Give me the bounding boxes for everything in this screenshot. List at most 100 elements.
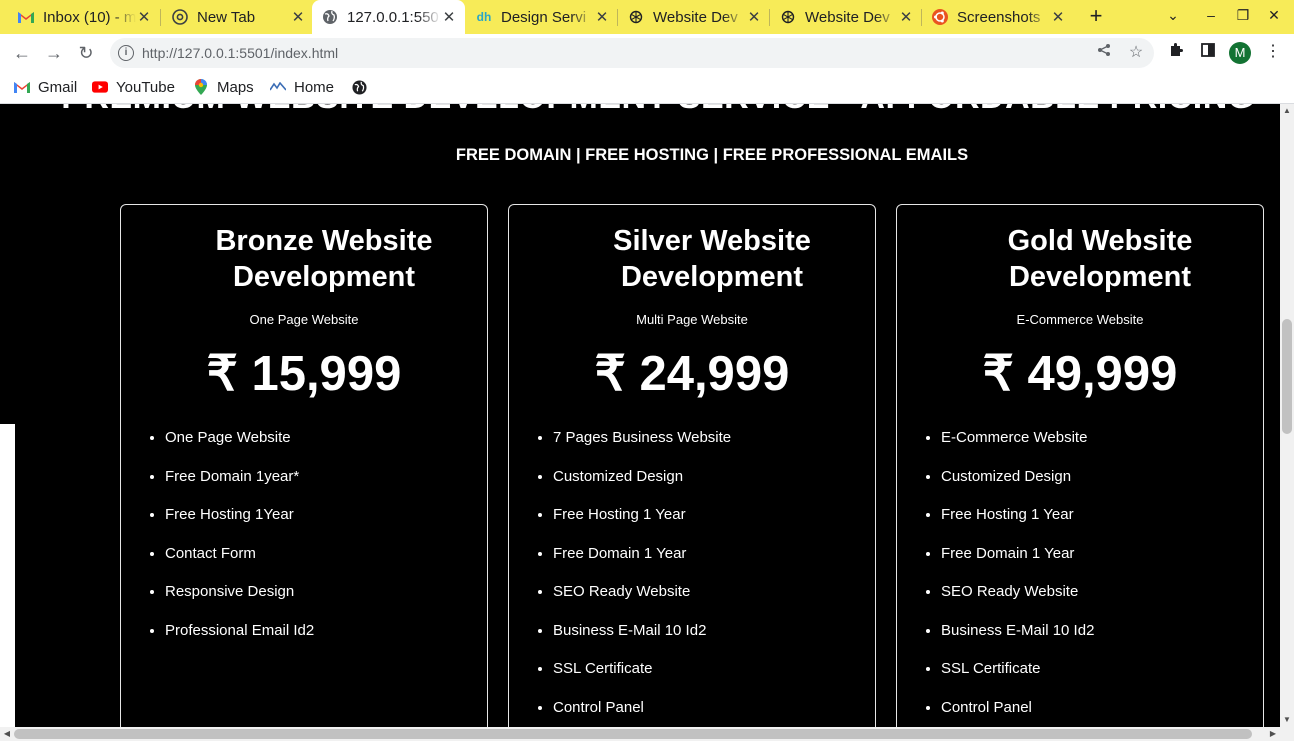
maps-pin-icon: [193, 79, 209, 95]
close-icon[interactable]: ✕: [290, 9, 306, 26]
url-path: :5501/index.html: [235, 45, 339, 61]
page-subheading: FREE DOMAIN | FREE HOSTING | FREE PROFES…: [455, 146, 969, 164]
close-window-icon[interactable]: ✕: [1264, 7, 1284, 24]
pricing-card-bronze: Bronze Website Development One Page Webs…: [120, 204, 488, 727]
bookmark-label: Home: [294, 78, 335, 96]
openai-icon: [780, 9, 796, 25]
bookmark-label: Maps: [217, 78, 254, 96]
feature-item: Business E-Mail 10 Id2: [941, 622, 1094, 661]
bookmark-label: YouTube: [116, 78, 175, 96]
plan-title: Silver Website Development: [509, 223, 875, 295]
feature-item: Responsive Design: [165, 583, 314, 622]
plan-title: Gold Website Development: [897, 223, 1263, 295]
white-panel-edge: [0, 424, 15, 727]
plan-title-text: Bronze Website Development: [215, 225, 433, 293]
tab-localhost[interactable]: 127.0.0.1:5501 ✕: [312, 0, 465, 34]
plan-price: ₹ 15,999: [206, 347, 402, 401]
feature-item: Control Panel: [941, 699, 1094, 728]
side-panel-icon[interactable]: [1198, 42, 1218, 62]
horizontal-scrollbar[interactable]: ◀ ▶: [0, 727, 1294, 741]
address-bar[interactable]: i http://127.0.0.1:5501/index.html ☆: [110, 38, 1154, 68]
close-icon[interactable]: ✕: [1050, 9, 1066, 26]
tab-title: Design Servi: [501, 8, 587, 26]
feature-item: Customized Design: [941, 468, 1094, 507]
tab-design-services[interactable]: dh Design Servi ✕: [466, 0, 618, 34]
minimize-icon[interactable]: –: [1201, 7, 1221, 23]
feature-item: Free Domain 1year*: [165, 468, 314, 507]
feature-list: One Page Website Free Domain 1year* Free…: [165, 429, 314, 660]
url-text[interactable]: http://127.0.0.1:5501/index.html: [142, 45, 338, 61]
feature-item: SEO Ready Website: [941, 583, 1094, 622]
home-site-icon: [270, 79, 286, 95]
tab-screenshots[interactable]: Screenshots ✕: [922, 0, 1074, 34]
plan-subtitle: E-Commerce Website: [1016, 312, 1144, 327]
tab-website-dev-2[interactable]: Website Dev ✕: [770, 0, 922, 34]
plan-title-text: Gold Website Development: [1007, 225, 1193, 293]
feature-item: SSL Certificate: [553, 660, 731, 699]
feature-item: Free Hosting 1Year: [165, 506, 314, 545]
feature-item: Business E-Mail 10 Id2: [553, 622, 731, 661]
new-tab-button[interactable]: +: [1084, 5, 1108, 29]
close-icon[interactable]: ✕: [594, 9, 610, 26]
tab-gmail[interactable]: Inbox (10) - m ✕: [8, 0, 160, 34]
bookmark-label: Gmail: [38, 78, 78, 96]
bookmark-youtube[interactable]: YouTube: [92, 78, 175, 96]
close-icon[interactable]: ✕: [136, 9, 152, 26]
dh-icon: dh: [476, 10, 492, 24]
chrome-icon: [172, 9, 188, 25]
bookmark-globe[interactable]: [351, 78, 375, 96]
feature-item: SSL Certificate: [941, 660, 1094, 699]
ubuntu-icon: [932, 9, 948, 25]
feature-item: Free Domain 1 Year: [553, 545, 731, 584]
youtube-icon: [92, 79, 108, 95]
tab-search-icon[interactable]: ⌄: [1163, 7, 1183, 24]
vertical-scroll-thumb[interactable]: [1282, 319, 1292, 434]
feature-item: Free Hosting 1 Year: [553, 506, 731, 545]
tab-new-tab[interactable]: New Tab ✕: [162, 0, 314, 34]
tab-title: 127.0.0.1:5501: [347, 8, 441, 26]
feature-item: One Page Website: [165, 429, 314, 468]
browser-toolbar: ← → ↻ i http://127.0.0.1:5501/index.html…: [0, 34, 1294, 71]
menu-kebab-icon[interactable]: ⋮: [1263, 42, 1283, 62]
tab-website-dev-1[interactable]: Website Dev ✕: [618, 0, 770, 34]
bookmarks-bar: Gmail YouTube Maps Home: [0, 71, 1294, 104]
gmail-icon: [14, 79, 30, 95]
openai-icon: [628, 9, 644, 25]
plan-price: ₹ 49,999: [982, 347, 1178, 401]
site-info-icon[interactable]: i: [118, 45, 134, 61]
close-icon[interactable]: ✕: [441, 9, 457, 26]
close-icon[interactable]: ✕: [898, 9, 914, 26]
scroll-left-arrow-icon[interactable]: ◀: [0, 727, 14, 741]
feature-item: Free Domain 1 Year: [941, 545, 1094, 584]
restore-icon[interactable]: ❐: [1233, 7, 1253, 24]
share-icon[interactable]: [1094, 43, 1114, 63]
pricing-card-gold: Gold Website Development E-Commerce Webs…: [896, 204, 1264, 727]
bookmark-home[interactable]: Home: [270, 78, 334, 96]
reload-icon[interactable]: ↻: [75, 42, 97, 64]
profile-avatar[interactable]: M: [1229, 42, 1251, 64]
feature-item: E-Commerce Website: [941, 429, 1094, 468]
back-arrow-icon[interactable]: ←: [11, 42, 33, 64]
globe-icon: [322, 9, 338, 25]
vertical-scrollbar[interactable]: ▲ ▼: [1280, 104, 1294, 727]
bookmark-star-icon[interactable]: ☆: [1126, 43, 1146, 63]
plan-subtitle: One Page Website: [249, 312, 359, 327]
scroll-right-arrow-icon[interactable]: ▶: [1266, 727, 1280, 741]
gmail-icon: [18, 9, 34, 25]
tab-title: Website Dev: [653, 8, 738, 26]
bookmark-maps[interactable]: Maps: [193, 78, 254, 96]
page-viewport: PREMIUM WEBSITE DEVELOPMENT SERVICE - AF…: [0, 104, 1280, 727]
forward-arrow-icon[interactable]: →: [43, 42, 65, 64]
tab-title: Screenshots: [957, 8, 1041, 26]
close-icon[interactable]: ✕: [746, 9, 762, 26]
scroll-up-arrow-icon[interactable]: ▲: [1280, 104, 1294, 118]
extensions-puzzle-icon[interactable]: [1166, 42, 1186, 62]
feature-item: Free Hosting 1 Year: [941, 506, 1094, 545]
plan-title: Bronze Website Development: [121, 223, 487, 295]
tab-title: Website Dev: [805, 8, 890, 26]
feature-item: Professional Email Id2: [165, 622, 314, 661]
bookmark-gmail[interactable]: Gmail: [14, 78, 77, 96]
tab-strip: Inbox (10) - m ✕ New Tab ✕ 127.0.0.1:550…: [0, 0, 1294, 34]
scroll-down-arrow-icon[interactable]: ▼: [1280, 713, 1294, 727]
horizontal-scroll-thumb[interactable]: [14, 729, 1252, 739]
